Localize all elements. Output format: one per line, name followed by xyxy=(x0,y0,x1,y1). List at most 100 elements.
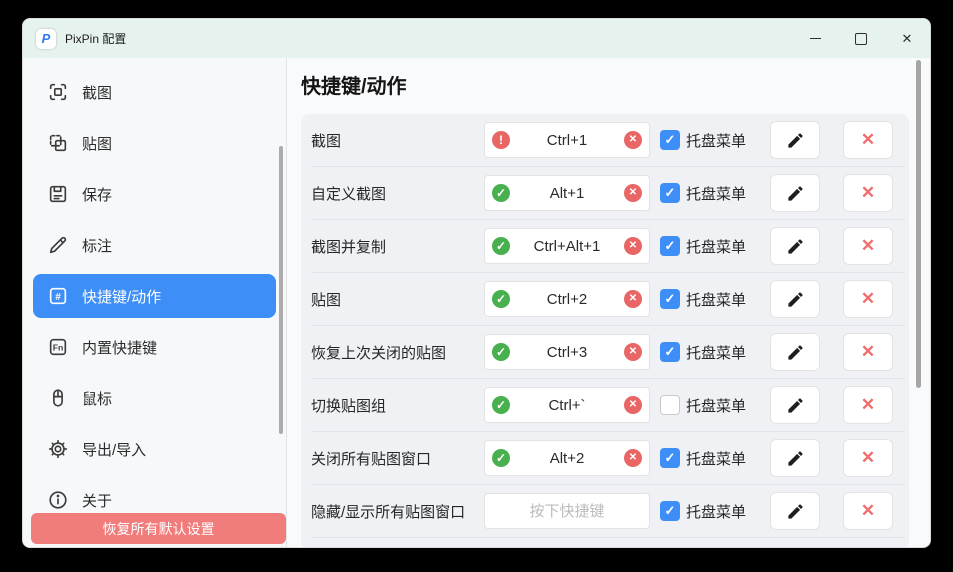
hotkey-row: 关闭所有贴图窗口 托盘菜单 xyxy=(311,432,905,485)
delete-hotkey-button[interactable] xyxy=(843,386,893,424)
clear-hotkey-icon[interactable] xyxy=(624,131,642,149)
tray-menu-checkbox[interactable] xyxy=(660,395,680,415)
edit-hotkey-button[interactable] xyxy=(770,333,820,371)
edit-hotkey-button[interactable] xyxy=(770,121,820,159)
clear-hotkey-icon[interactable] xyxy=(624,184,642,202)
pin-icon xyxy=(47,132,69,154)
maximize-button[interactable] xyxy=(838,19,884,58)
hotkey-row-label: 自定义截图 xyxy=(311,183,484,204)
delete-hotkey-button[interactable] xyxy=(843,333,893,371)
pencil-icon xyxy=(786,237,805,256)
pencil-icon xyxy=(786,343,805,362)
hotkey-row-label: 隐藏/显示所有贴图窗口 xyxy=(311,501,484,522)
hotkey-row-label: 恢复上次关闭的贴图 xyxy=(311,342,484,363)
hotkey-input[interactable] xyxy=(485,494,649,528)
screenshot-icon xyxy=(47,81,69,103)
minimize-button[interactable] xyxy=(792,19,838,58)
sidebar-item-screenshot[interactable]: 截图 xyxy=(33,70,276,114)
hotkey-row: 自定义截图 托盘菜单 xyxy=(311,167,905,220)
delete-hotkey-button[interactable] xyxy=(843,492,893,530)
tray-menu-option: 托盘菜单 xyxy=(660,130,756,151)
tray-menu-option: 托盘菜单 xyxy=(660,289,756,310)
sidebar-item-gear[interactable]: 导出/导入 xyxy=(33,427,276,471)
hotkey-row: 隐藏/显示所有贴图窗口 托盘菜单 xyxy=(311,485,905,538)
hotkey-input-wrap xyxy=(484,440,650,476)
info-icon xyxy=(47,489,69,511)
delete-hotkey-button[interactable] xyxy=(843,280,893,318)
mouse-icon xyxy=(47,387,69,409)
tray-menu-checkbox[interactable] xyxy=(660,342,680,362)
sidebar-item-label: 截图 xyxy=(82,82,112,103)
hotkey-row: 恢复上次关闭的贴图 托盘菜单 xyxy=(311,326,905,379)
clear-hotkey-icon[interactable] xyxy=(624,290,642,308)
sidebar-item-hotkey[interactable]: # 快捷键/动作 xyxy=(33,274,276,318)
sidebar-scrollbar-thumb[interactable] xyxy=(279,146,283,434)
edit-hotkey-button[interactable] xyxy=(770,386,820,424)
clear-hotkey-icon[interactable] xyxy=(624,237,642,255)
edit-hotkey-button[interactable] xyxy=(770,439,820,477)
tray-menu-label: 托盘菜单 xyxy=(686,236,746,257)
hotkey-input-wrap xyxy=(484,122,650,158)
sidebar-item-label: 导出/导入 xyxy=(82,439,146,460)
tray-menu-label: 托盘菜单 xyxy=(686,448,746,469)
hotkey-input-wrap xyxy=(484,228,650,264)
save-icon xyxy=(47,183,69,205)
hotkey-row-label: 贴图 xyxy=(311,289,484,310)
delete-hotkey-button[interactable] xyxy=(843,174,893,212)
reset-defaults-button[interactable]: 恢复所有默认设置 xyxy=(31,513,286,544)
sidebar-item-mouse[interactable]: 鼠标 xyxy=(33,376,276,420)
svg-text:Fn: Fn xyxy=(53,342,64,352)
edit-hotkey-button[interactable] xyxy=(770,174,820,212)
tray-menu-option: 托盘菜单 xyxy=(660,236,756,257)
delete-hotkey-button[interactable] xyxy=(843,439,893,477)
hotkey-input-wrap xyxy=(484,493,650,529)
sidebar-item-fn[interactable]: Fn 内置快捷键 xyxy=(33,325,276,369)
tray-menu-label: 托盘菜单 xyxy=(686,289,746,310)
tray-menu-checkbox[interactable] xyxy=(660,448,680,468)
tray-menu-label: 托盘菜单 xyxy=(686,183,746,204)
hotkey-input-wrap xyxy=(484,281,650,317)
pencil-icon xyxy=(786,290,805,309)
tray-menu-checkbox[interactable] xyxy=(660,289,680,309)
pixpin-logo-icon: P xyxy=(36,29,56,49)
sidebar-item-label: 快捷键/动作 xyxy=(82,286,161,307)
edit-hotkey-button[interactable] xyxy=(770,227,820,265)
hotkey-status-icon xyxy=(492,449,510,467)
tray-menu-checkbox[interactable] xyxy=(660,130,680,150)
sidebar-item-label: 保存 xyxy=(82,184,112,205)
hotkey-status-icon xyxy=(492,237,510,255)
tray-menu-option: 托盘菜单 xyxy=(660,342,756,363)
edit-hotkey-button[interactable] xyxy=(770,280,820,318)
tray-menu-label: 托盘菜单 xyxy=(686,342,746,363)
hotkey-icon: # xyxy=(47,285,69,307)
delete-hotkey-button[interactable] xyxy=(843,121,893,159)
edit-hotkey-button[interactable] xyxy=(770,492,820,530)
tray-menu-checkbox[interactable] xyxy=(660,236,680,256)
sidebar-nav: 截图 贴图 保存 标注 # 快捷键/动作 Fn 内置快捷键 鼠标 导出/导入 关… xyxy=(23,70,286,522)
tray-menu-option: 托盘菜单 xyxy=(660,395,756,416)
sidebar-item-save[interactable]: 保存 xyxy=(33,172,276,216)
tray-menu-option: 托盘菜单 xyxy=(660,501,756,522)
hotkey-row: 贴图 托盘菜单 xyxy=(311,273,905,326)
maximize-icon xyxy=(855,33,867,45)
pixpin-config-window: P PixPin 配置 截图 贴图 保存 标注 # 快捷键/动作 Fn 内置快捷… xyxy=(22,18,931,548)
hotkey-panel: 截图 托盘菜单 自定义截图 托盘菜单 xyxy=(301,114,909,548)
clear-hotkey-icon[interactable] xyxy=(624,396,642,414)
tray-menu-checkbox[interactable] xyxy=(660,501,680,521)
window-controls xyxy=(792,19,930,58)
titlebar[interactable]: P PixPin 配置 xyxy=(23,19,930,58)
sidebar-item-annotate[interactable]: 标注 xyxy=(33,223,276,267)
svg-text:#: # xyxy=(55,292,61,303)
main-scrollbar-thumb[interactable] xyxy=(916,60,921,388)
sidebar-item-label: 鼠标 xyxy=(82,388,112,409)
sidebar-item-label: 内置快捷键 xyxy=(82,337,157,358)
clear-hotkey-icon[interactable] xyxy=(624,343,642,361)
tray-menu-checkbox[interactable] xyxy=(660,183,680,203)
clear-hotkey-icon[interactable] xyxy=(624,449,642,467)
gear-icon xyxy=(47,438,69,460)
close-button[interactable] xyxy=(884,19,930,58)
main-content: 快捷键/动作 截图 托盘菜单 自定义截图 托盘菜单 xyxy=(287,58,930,548)
delete-hotkey-button[interactable] xyxy=(843,227,893,265)
hotkey-row-label: 切换贴图组 xyxy=(311,395,484,416)
sidebar-item-pin[interactable]: 贴图 xyxy=(33,121,276,165)
